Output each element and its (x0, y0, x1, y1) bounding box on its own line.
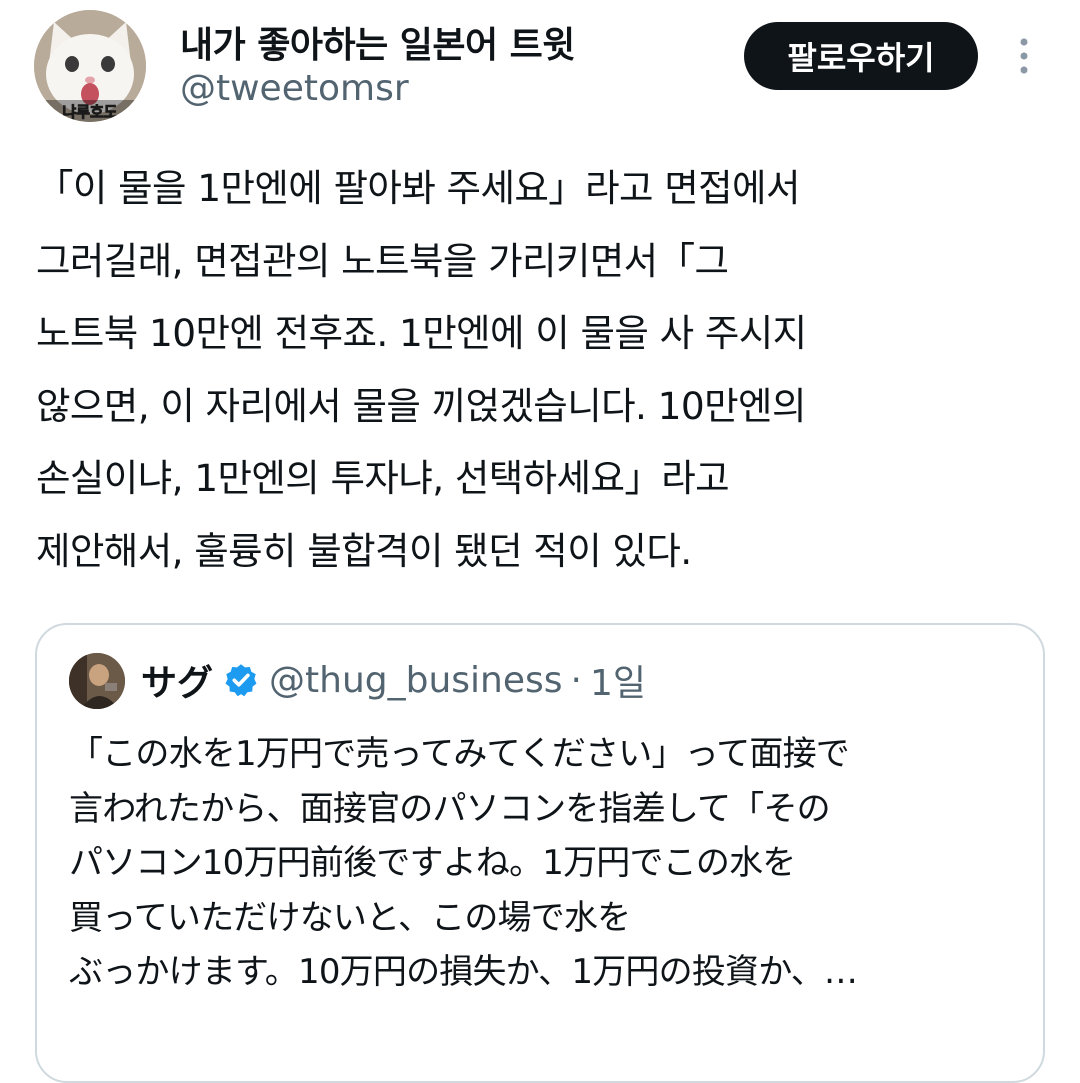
quoted-tweet-card[interactable]: サグ @thug_business · 1일 「この水を1万円で売ってみてくださ… (35, 623, 1045, 1083)
avatar-caption: 냐루호도 (62, 103, 117, 121)
tweet-line: 노트북 10만엔 전후죠. 1만엔에 이 물을 사 주시지 (36, 311, 807, 355)
quote-body: 「この水を1万円で売ってみてください」って面接で 言われたから、面接官のパソコンを… (69, 727, 1029, 1000)
author-avatar[interactable]: 냐루호도 (34, 10, 146, 122)
tweet-line: 제안해서, 훌륭히 불합격이 됐던 적이 있다. (36, 528, 692, 573)
author-display-name[interactable]: 내가 좋아하는 일본어 트윗 (180, 16, 575, 68)
user-photo-avatar-icon (69, 653, 125, 709)
tweet-line: 「이 물을 1만엔에 팔아봐 주세요」라고 면접에서 (36, 166, 800, 210)
verified-badge-icon (225, 664, 257, 697)
follow-button[interactable]: 팔로우하기 (744, 22, 978, 90)
quote-line: 「この水を1万円で売ってみてください」って面接で (69, 734, 850, 774)
quote-line: パソコン10万円前後ですよね。1万円でこの水を (69, 843, 796, 883)
separator-dot: · (570, 659, 582, 701)
quote-line: 買っていただけないと、この場で水を (69, 897, 631, 938)
quote-timestamp[interactable]: 1일 (590, 654, 646, 706)
quote-line: ぶっかけます。10万円の損失か、1万円の投資か、… (69, 952, 858, 992)
more-vertical-icon[interactable] (1012, 36, 1036, 76)
author-handle[interactable]: @tweetomsr (180, 68, 409, 109)
tweet-line: 손실이냐, 1만엔의 투자냐, 선택하세요」라고 (36, 456, 730, 500)
tweet-body: 「이 물을 1만엔에 팔아봐 주세요」라고 면접에서그러길래, 면접관의 노트북… (36, 152, 1046, 587)
tweet-line: 그러길래, 면접관의 노트북을 가리키면서「그 (36, 238, 729, 283)
quote-header: サグ @thug_business · 1일 (141, 655, 646, 705)
quote-author-handle[interactable]: @thug_business (269, 660, 563, 701)
white-cat-avatar-icon: 냐루호도 (34, 10, 146, 122)
quote-author-avatar[interactable] (69, 653, 125, 709)
quote-line: 言われたから、面接官のパソコンを指差して「その (69, 788, 831, 829)
tweet-line: 않으면, 이 자리에서 물을 끼얹겠습니다. 10만엔의 (36, 383, 806, 428)
quote-author-name[interactable]: サグ (141, 654, 213, 706)
